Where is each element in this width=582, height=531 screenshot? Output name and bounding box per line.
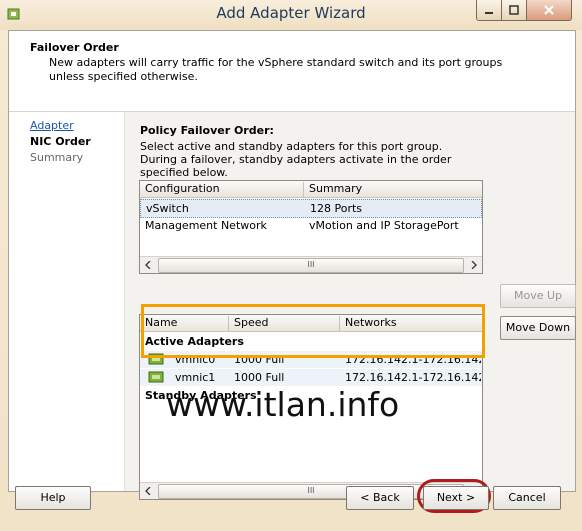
maximize-button[interactable] <box>501 0 527 21</box>
scroll-thumb[interactable]: III <box>158 258 464 273</box>
maximize-icon <box>509 5 519 15</box>
watermark-text: www.itlan.info <box>166 385 400 424</box>
table-row[interactable]: Management Network vMotion and IP Storag… <box>140 217 482 234</box>
chevron-left-icon <box>145 487 151 495</box>
network-adapter-icon <box>148 371 164 383</box>
cell-speed: 1000 Full <box>234 371 285 384</box>
step-adapter-link[interactable]: Adapter <box>30 119 74 132</box>
table-header: Configuration Summary <box>140 181 482 198</box>
wizard-window: Add Adapter Wizard Failover Order New ad… <box>0 0 582 531</box>
move-down-button[interactable]: Move Down <box>500 316 576 340</box>
scroll-left-button[interactable] <box>140 257 156 273</box>
wizard-steps-nav: Adapter NIC Order Summary <box>9 112 125 491</box>
wizard-header: Failover Order New adapters will carry t… <box>9 31 575 112</box>
back-button[interactable]: < Back <box>346 486 414 510</box>
table-row[interactable]: vSwitch 128 Ports <box>140 199 482 218</box>
page-description: New adapters will carry traffic for the … <box>49 56 503 83</box>
help-button[interactable]: Help <box>15 486 91 510</box>
cell-summary: 128 Ports <box>310 202 363 215</box>
close-icon <box>544 5 554 15</box>
move-up-button[interactable]: Move Up <box>500 284 576 308</box>
minimize-button[interactable] <box>476 0 502 21</box>
close-window-button[interactable] <box>526 0 572 21</box>
minimize-icon <box>485 12 493 14</box>
step-summary: Summary <box>30 151 84 164</box>
column-header-configuration[interactable]: Configuration <box>140 182 304 197</box>
next-button[interactable]: Next > <box>423 486 489 510</box>
title-bar: Add Adapter Wizard <box>0 0 582 30</box>
cancel-button[interactable]: Cancel <box>493 486 561 510</box>
table-row[interactable]: vmnic1 1000 Full 172.16.142.1-172.16.142… <box>140 369 482 386</box>
cell-configuration: vSwitch <box>146 202 189 215</box>
cell-summary: vMotion and IP StoragePort <box>309 219 459 232</box>
cell-name: vmnic1 <box>175 371 216 384</box>
horizontal-scrollbar[interactable]: III <box>140 256 482 273</box>
portgroups-table: Configuration Summary vSwitch 128 Ports … <box>139 180 483 274</box>
cell-configuration: Management Network <box>145 219 267 232</box>
chevron-right-icon <box>471 261 477 269</box>
page-title: Failover Order <box>30 41 119 54</box>
step-nic-order: NIC Order <box>30 135 91 148</box>
cell-networks: 172.16.142.1-172.16.142... <box>345 371 481 384</box>
active-adapters-highlight <box>141 304 485 358</box>
scroll-left-button[interactable] <box>140 483 156 499</box>
scroll-right-button[interactable] <box>466 257 482 273</box>
section-title: Policy Failover Order: <box>140 124 274 137</box>
chevron-left-icon <box>145 261 151 269</box>
column-header-summary[interactable]: Summary <box>304 182 481 197</box>
section-description: Select active and standby adapters for t… <box>140 140 452 179</box>
